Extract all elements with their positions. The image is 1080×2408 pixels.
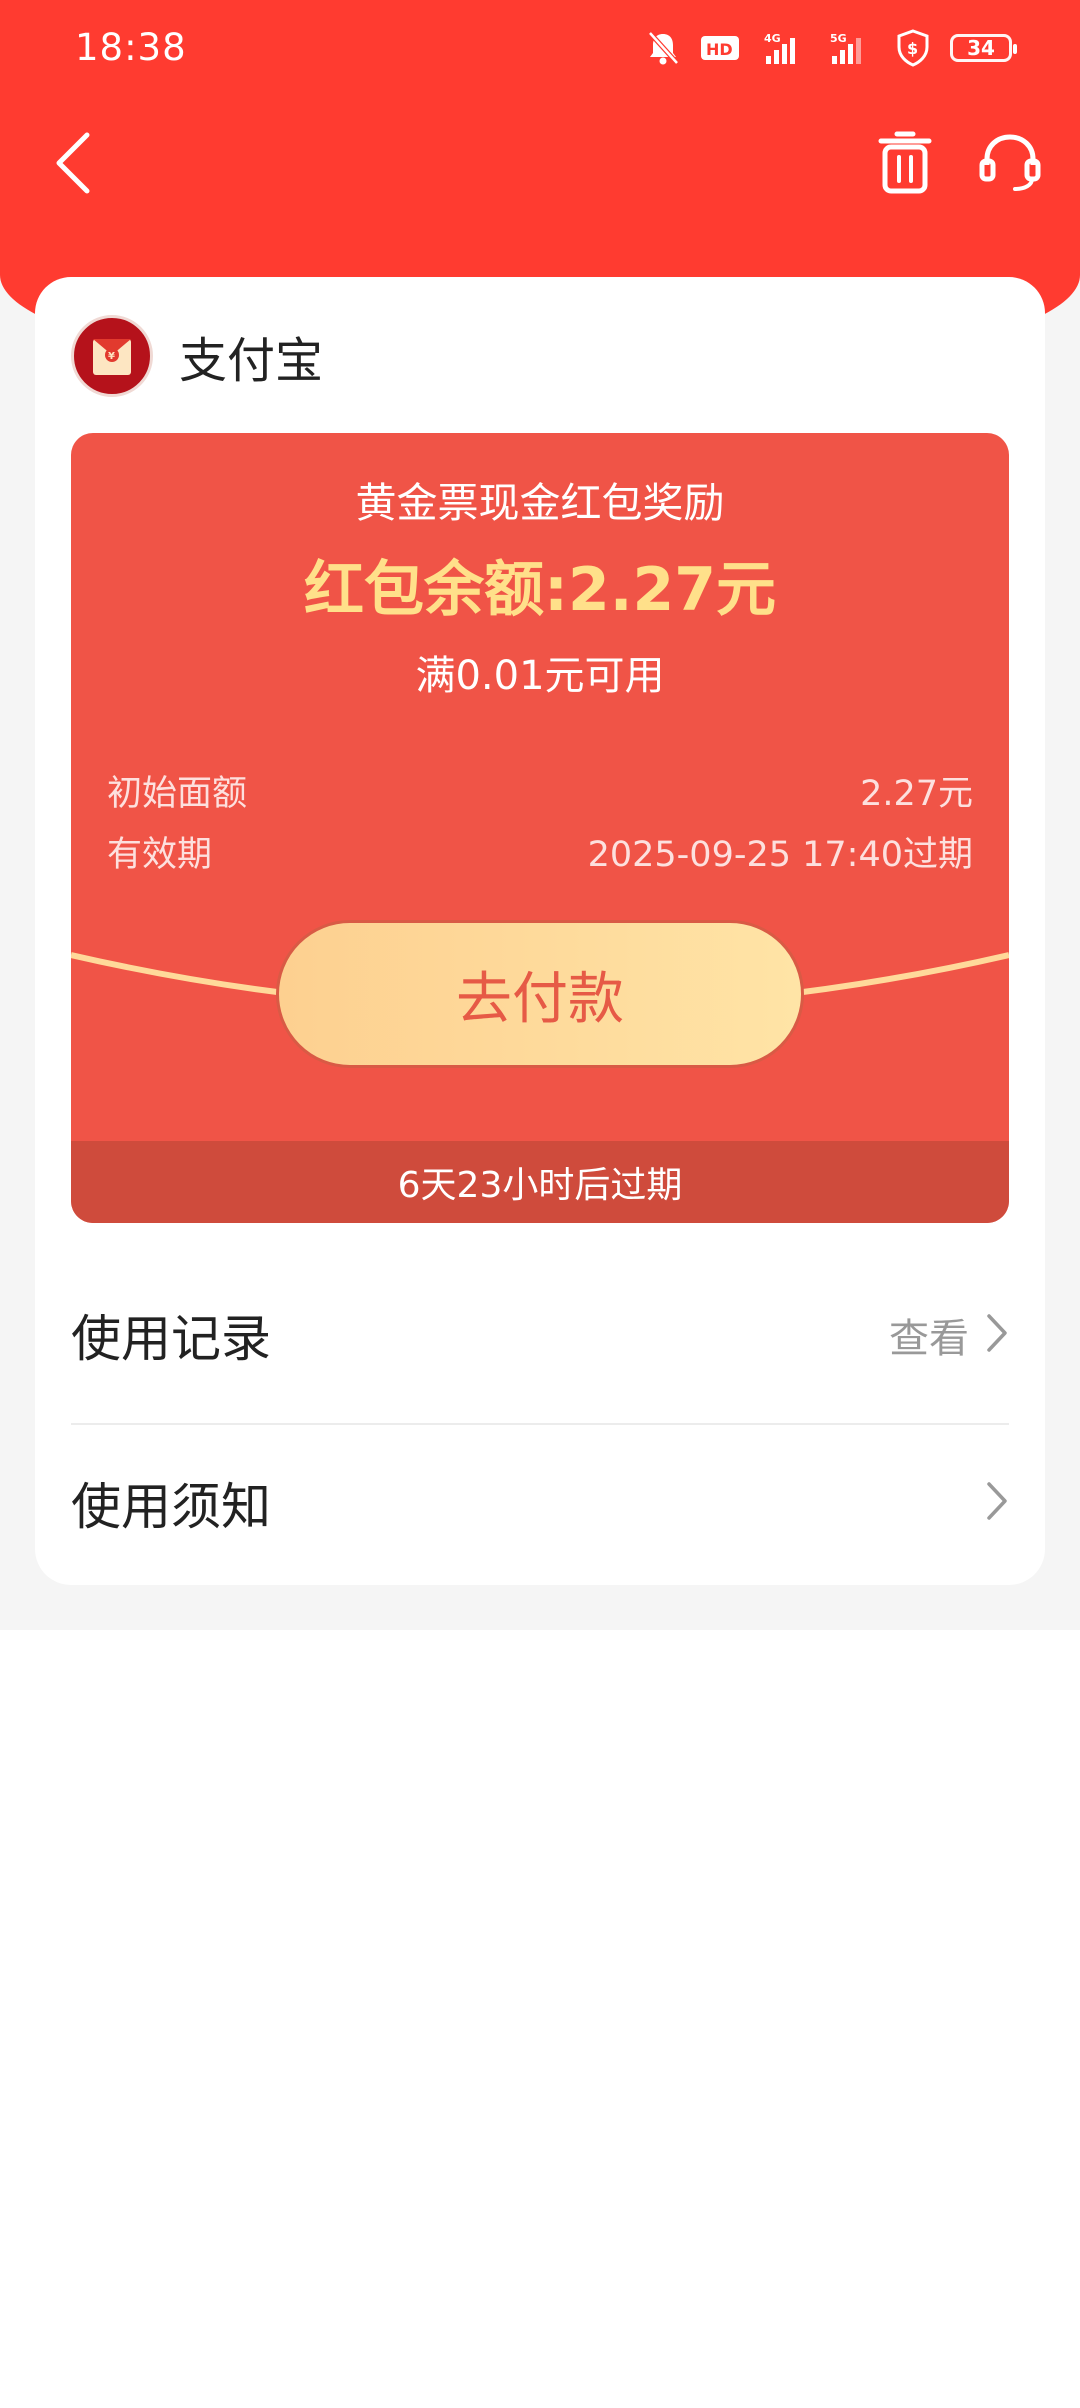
validity-label: 有效期 <box>107 834 213 875</box>
chevron-left-icon <box>51 131 95 199</box>
expiry-notice: 6天23小时后过期 <box>71 1141 1009 1223</box>
svg-text:$: $ <box>907 39 918 58</box>
svg-text:¥: ¥ <box>108 351 115 362</box>
battery-icon: 34 <box>950 34 1017 62</box>
coupon-balance: 红包余额:2.27元 <box>303 555 777 625</box>
delete-button[interactable] <box>860 120 950 210</box>
status-time: 18:38 <box>75 26 187 69</box>
initial-amount-row: 初始面额 2.27元 <box>107 765 973 815</box>
validity-row: 有效期 2025-09-25 17:40过期 <box>107 826 973 876</box>
mute-bell-icon <box>646 30 680 66</box>
usage-notice-row[interactable]: 使用须知 <box>71 1423 1009 1583</box>
chevron-right-icon <box>985 1480 1009 1526</box>
headset-icon <box>979 133 1041 197</box>
shield-dollar-icon: $ <box>896 29 930 67</box>
merchant-header: ¥ 支付宝 <box>71 313 323 399</box>
trash-icon <box>877 131 933 199</box>
battery-level: 34 <box>967 36 995 60</box>
5g-signal-icon: 5G <box>828 30 876 66</box>
4g-signal-icon: 4G <box>760 30 808 66</box>
usage-record-row[interactable]: 使用记录 查看 <box>71 1255 1009 1415</box>
coupon-condition: 满0.01元可用 <box>415 653 665 699</box>
customer-service-button[interactable] <box>965 120 1055 210</box>
view-link[interactable]: 查看 <box>889 1306 969 1364</box>
svg-text:4G: 4G <box>764 32 781 45</box>
svg-text:5G: 5G <box>830 32 847 45</box>
back-button[interactable] <box>28 120 118 210</box>
coupon-title: 黄金票现金红包奖励 <box>355 479 725 527</box>
red-envelope-logo-icon: ¥ <box>71 315 153 397</box>
hd-icon: HD <box>700 33 740 63</box>
usage-notice-label: 使用须知 <box>71 1478 271 1536</box>
pay-button[interactable]: 去付款 <box>276 920 804 1068</box>
usage-record-label: 使用记录 <box>71 1310 271 1368</box>
svg-text:HD: HD <box>706 40 733 59</box>
status-icons: HD 4G 5G $ 34 <box>646 28 1017 68</box>
initial-amount-label: 初始面额 <box>107 773 248 814</box>
chevron-right-icon <box>985 1312 1009 1358</box>
merchant-name: 支付宝 <box>179 333 324 389</box>
coupon-detail-card: ¥ 支付宝 黄金票现金红包奖励 红包余额:2.27元 满0.01元可用 初始面额… <box>35 277 1045 1585</box>
red-packet-coupon: 黄金票现金红包奖励 红包余额:2.27元 满0.01元可用 初始面额 2.27元… <box>71 433 1009 1223</box>
initial-amount-value: 2.27元 <box>860 773 973 814</box>
status-bar: 18:38 HD 4G 5G $ 34 <box>0 0 1080 96</box>
validity-value: 2025-09-25 17:40过期 <box>587 834 973 875</box>
